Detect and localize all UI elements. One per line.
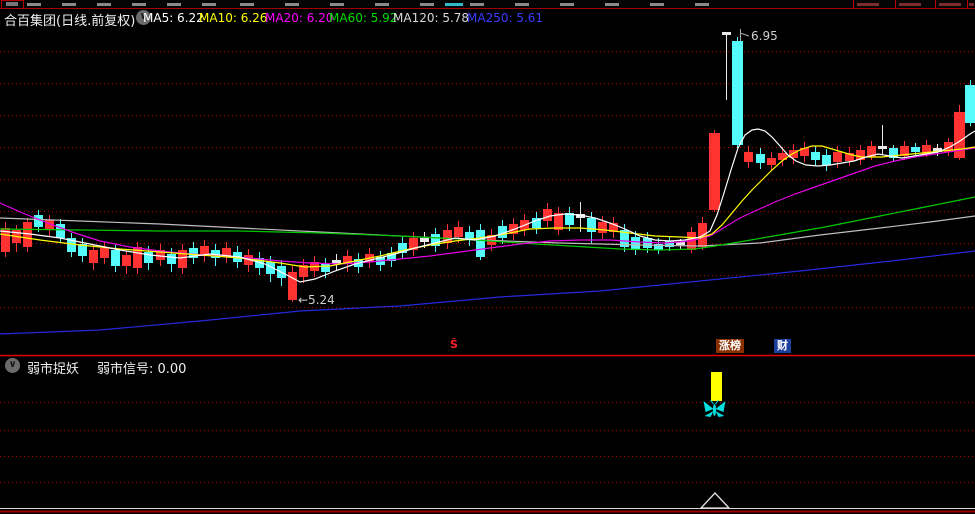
menu-item-stub: [420, 3, 434, 6]
cai-badge[interactable]: 财: [774, 339, 791, 353]
menu-item-stub: [470, 3, 484, 6]
ma120-value: MA120: 5.78: [393, 11, 470, 25]
menu-item-stub: [605, 3, 619, 6]
tdx-app-window: 合百集团(日线.前复权) ∨ MA5: 6.22 MA10: 6.26 MA20…: [0, 0, 975, 514]
menu-item-stub: [650, 3, 664, 6]
menu-item-stub: [857, 3, 879, 6]
ma250-value: MA250: 5.61: [467, 11, 544, 25]
logo-icon: [6, 2, 18, 6]
candlestick-chart[interactable]: [0, 0, 975, 514]
ma5-value: MA5: 6.22: [143, 11, 204, 25]
dividend-event-marker-icon: Ŝ: [450, 338, 458, 351]
indicator-signal-value: 弱市信号: 0.00: [97, 362, 187, 377]
menu-item-stub: [240, 3, 254, 6]
menu-item-stub: [695, 3, 709, 6]
zhangbang-badge[interactable]: 涨榜: [716, 339, 744, 353]
menu-item-stub: [515, 3, 529, 6]
menu-item-stub: [62, 3, 76, 6]
menu-item-stub: [285, 3, 299, 6]
menu-item-stub: [202, 3, 216, 6]
menu-item-stub: [899, 3, 921, 6]
stock-title: 合百集团(日线.前复权): [4, 14, 136, 29]
indicator-name[interactable]: 弱市捉妖: [27, 358, 79, 377]
menu-item-stub: [27, 3, 41, 6]
menu-separator: [895, 0, 896, 8]
ma60-value: MA60: 5.92: [329, 11, 398, 25]
indicator-header: ∨ 弱市捉妖 弱市信号: 0.00: [0, 356, 400, 377]
menu-separator: [935, 0, 936, 8]
low-price-annotation: ←5.24: [298, 293, 335, 307]
menu-item-stub: [560, 3, 574, 6]
menu-item-stub: [445, 3, 463, 6]
menu-separator: [967, 0, 968, 8]
menu-item-stub: [97, 3, 111, 6]
high-price-annotation: 6.95: [751, 29, 778, 43]
menu-item-stub: [132, 3, 146, 6]
menu-separator: [853, 0, 854, 8]
menu-item-stub: [167, 3, 181, 6]
menu-item-stub: [939, 3, 961, 6]
ma10-value: MA10: 6.26: [199, 11, 268, 25]
chevron-down-icon[interactable]: ∨: [5, 358, 20, 373]
menu-item-stub: [375, 3, 389, 6]
menu-logo-box[interactable]: [1, 0, 24, 9]
menu-item-stub: [969, 3, 974, 6]
top-menu-strip[interactable]: [0, 0, 975, 9]
menu-item-stub: [330, 3, 344, 6]
chart-header: 合百集团(日线.前复权) ∨ MA5: 6.22 MA10: 6.26 MA20…: [0, 9, 975, 29]
ma20-value: MA20: 6.20: [265, 11, 334, 25]
